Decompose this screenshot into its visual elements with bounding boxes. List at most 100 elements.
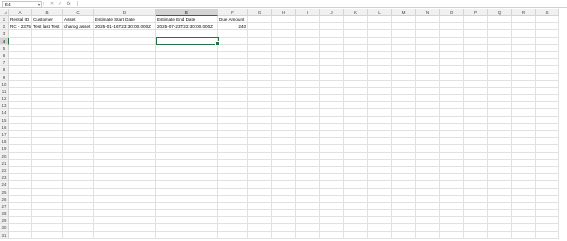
cell-p19[interactable] <box>464 145 488 153</box>
cell-j9[interactable] <box>320 73 344 81</box>
cell-k29[interactable] <box>344 217 368 225</box>
cell-q1[interactable] <box>488 16 512 24</box>
row-header-31[interactable]: 31 <box>0 231 9 239</box>
cell-m28[interactable] <box>392 210 416 218</box>
cell-b27[interactable] <box>32 202 63 211</box>
cell-l8[interactable] <box>368 66 392 74</box>
cell-f1[interactable]: Due Amount <box>218 16 248 24</box>
cell-e6[interactable] <box>156 51 218 60</box>
cell-o9[interactable] <box>440 73 464 81</box>
column-header-e[interactable]: E <box>156 9 218 16</box>
cell-c13[interactable] <box>63 102 94 110</box>
cell-l5[interactable] <box>368 44 392 52</box>
cell-h15[interactable] <box>272 116 296 124</box>
cell-b13[interactable] <box>32 102 63 110</box>
cell-e4[interactable] <box>156 37 218 45</box>
cell-k12[interactable] <box>344 95 368 103</box>
cell-h27[interactable] <box>272 202 296 211</box>
cell-c28[interactable] <box>63 210 94 218</box>
cell-o7[interactable] <box>440 59 464 67</box>
cell-l6[interactable] <box>368 51 392 60</box>
cell-d15[interactable] <box>94 116 156 124</box>
column-header-p[interactable]: P <box>464 9 488 16</box>
cell-f22[interactable] <box>218 166 248 175</box>
cell-a9[interactable] <box>9 73 32 81</box>
column-header-n[interactable]: N <box>416 9 440 16</box>
cell-r20[interactable] <box>512 152 536 160</box>
chevron-down-icon[interactable]: ▾ <box>38 2 40 7</box>
cell-d23[interactable] <box>94 174 156 182</box>
cell-j24[interactable] <box>320 181 344 189</box>
cell-k4[interactable] <box>344 37 368 45</box>
cell-q15[interactable] <box>488 116 512 124</box>
cell-l18[interactable] <box>368 138 392 146</box>
cell-e10[interactable] <box>156 80 218 88</box>
cell-b22[interactable] <box>32 166 63 175</box>
cell-q10[interactable] <box>488 80 512 88</box>
cell-n9[interactable] <box>416 73 440 81</box>
cell-q7[interactable] <box>488 59 512 67</box>
cell-d7[interactable] <box>94 59 156 67</box>
cell-i30[interactable] <box>296 224 320 232</box>
cell-g10[interactable] <box>248 80 272 88</box>
cell-c17[interactable] <box>63 131 94 139</box>
cell-f30[interactable] <box>218 224 248 232</box>
cell-n5[interactable] <box>416 44 440 52</box>
cell-s22[interactable] <box>536 166 559 175</box>
cell-i9[interactable] <box>296 73 320 81</box>
column-header-o[interactable]: O <box>440 9 464 16</box>
cell-q9[interactable] <box>488 73 512 81</box>
cell-h20[interactable] <box>272 152 296 160</box>
cell-n13[interactable] <box>416 102 440 110</box>
cell-j11[interactable] <box>320 87 344 96</box>
cell-o4[interactable] <box>440 37 464 45</box>
cell-g3[interactable] <box>248 30 272 38</box>
cell-d30[interactable] <box>94 224 156 232</box>
cell-i4[interactable] <box>296 37 320 45</box>
cell-p23[interactable] <box>464 174 488 182</box>
cell-i2[interactable] <box>296 23 320 31</box>
cell-n4[interactable] <box>416 37 440 45</box>
cell-b28[interactable] <box>32 210 63 218</box>
cell-s25[interactable] <box>536 188 559 196</box>
cell-e16[interactable] <box>156 123 218 131</box>
cell-k5[interactable] <box>344 44 368 52</box>
cell-h26[interactable] <box>272 195 296 203</box>
cell-r21[interactable] <box>512 159 536 167</box>
column-header-i[interactable]: I <box>296 9 320 16</box>
cell-o5[interactable] <box>440 44 464 52</box>
cell-p31[interactable] <box>464 231 488 239</box>
cell-b8[interactable] <box>32 66 63 74</box>
cell-q6[interactable] <box>488 51 512 60</box>
cell-l19[interactable] <box>368 145 392 153</box>
cell-p20[interactable] <box>464 152 488 160</box>
cell-o19[interactable] <box>440 145 464 153</box>
cell-m6[interactable] <box>392 51 416 60</box>
cell-o16[interactable] <box>440 123 464 131</box>
cell-s7[interactable] <box>536 59 559 67</box>
cell-q13[interactable] <box>488 102 512 110</box>
cell-q16[interactable] <box>488 123 512 131</box>
cell-l23[interactable] <box>368 174 392 182</box>
cell-m10[interactable] <box>392 80 416 88</box>
cell-g12[interactable] <box>248 95 272 103</box>
cell-c3[interactable] <box>63 30 94 38</box>
cell-i15[interactable] <box>296 116 320 124</box>
cell-j8[interactable] <box>320 66 344 74</box>
cell-f4[interactable] <box>218 37 248 45</box>
column-header-r[interactable]: R <box>512 9 536 16</box>
cell-k7[interactable] <box>344 59 368 67</box>
cell-b2[interactable]: Test last Test <box>32 23 63 31</box>
column-header-a[interactable]: A <box>9 9 32 16</box>
cell-d14[interactable] <box>94 109 156 117</box>
cell-h21[interactable] <box>272 159 296 167</box>
cell-n25[interactable] <box>416 188 440 196</box>
cell-c25[interactable] <box>63 188 94 196</box>
cell-e26[interactable] <box>156 195 218 203</box>
cell-b20[interactable] <box>32 152 63 160</box>
cell-k3[interactable] <box>344 30 368 38</box>
cell-l1[interactable] <box>368 16 392 24</box>
cell-i27[interactable] <box>296 202 320 211</box>
cell-g14[interactable] <box>248 109 272 117</box>
cell-h3[interactable] <box>272 30 296 38</box>
